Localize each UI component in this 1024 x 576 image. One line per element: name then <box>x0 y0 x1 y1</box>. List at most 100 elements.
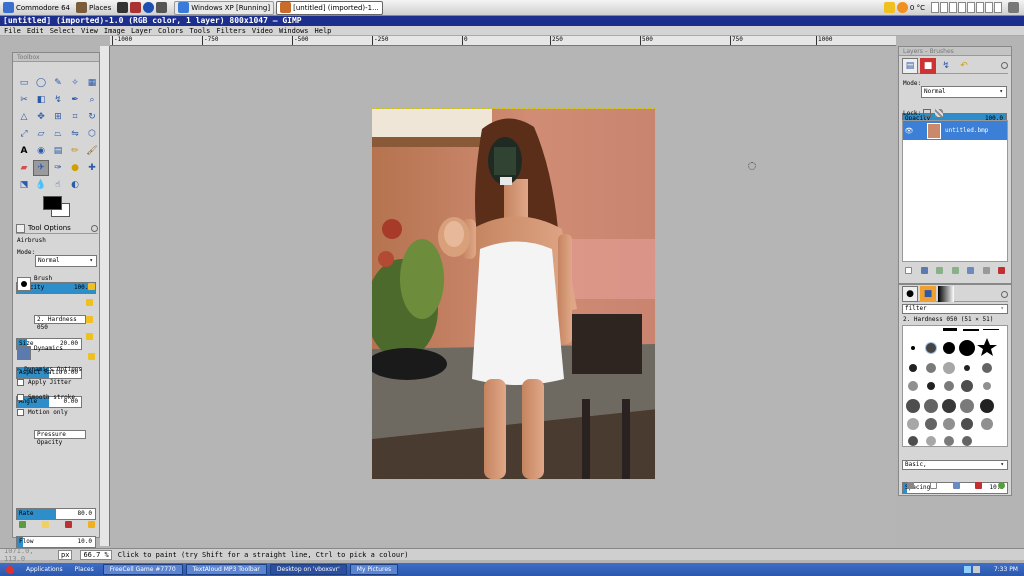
tab-menu-icon[interactable] <box>1001 62 1008 69</box>
layer-row[interactable]: 👁 untitled.bmp <box>903 121 1007 140</box>
brush-preset-select[interactable]: Basic, ▾ <box>902 460 1008 470</box>
unit-select[interactable]: px <box>58 549 73 560</box>
menu-file[interactable]: File <box>4 27 21 35</box>
task-windows-xp[interactable]: Windows XP [Running] <box>174 0 275 15</box>
rate-slider[interactable]: Rate 80.0 <box>16 508 96 520</box>
layer-name[interactable]: untitled.bmp <box>945 127 988 134</box>
blend-icon[interactable]: ▤ <box>50 143 66 159</box>
weather-icon[interactable] <box>896 2 908 13</box>
brush-preview[interactable] <box>17 277 31 291</box>
apply-jitter-checkbox[interactable]: Apply Jitter <box>17 379 71 386</box>
mode-select[interactable]: Normal ▾ <box>35 255 97 267</box>
menu-select[interactable]: Select <box>50 27 75 35</box>
new-group-icon[interactable] <box>920 267 928 274</box>
menu-filters[interactable]: Filters <box>216 27 246 35</box>
show-desktop-icon[interactable] <box>0 564 20 575</box>
blur-icon[interactable]: 💧 <box>33 177 49 193</box>
smooth-stroke-checkbox[interactable]: Smooth stroke <box>17 394 75 401</box>
reset-angle-icon[interactable] <box>86 333 93 340</box>
free-select-icon[interactable]: ✎ <box>50 75 66 91</box>
restore-options-icon[interactable] <box>42 521 49 528</box>
crop-icon[interactable]: ⌗ <box>67 109 83 125</box>
places-menu[interactable]: Places <box>73 1 114 15</box>
perspective-clone-icon[interactable]: ⬔ <box>16 177 32 193</box>
duplicate-brush-icon[interactable] <box>952 482 960 489</box>
task-gimp[interactable]: [untitled] (imported)-1... <box>276 0 383 15</box>
refresh-brushes-icon[interactable] <box>998 482 1005 489</box>
foreground-select-icon[interactable]: ◧ <box>33 92 49 108</box>
gradients-tab-icon[interactable] <box>938 286 954 302</box>
motion-only-checkbox[interactable]: Motion only <box>17 409 68 416</box>
tab-menu-icon[interactable] <box>1001 290 1008 298</box>
dynamics-options-expander[interactable]: ▹ Dynamics Options <box>17 366 82 373</box>
foreground-color-swatch[interactable] <box>43 196 62 210</box>
commodore-menu[interactable]: Commodore 64 <box>0 1 73 15</box>
image-canvas[interactable] <box>371 108 656 480</box>
paths-icon[interactable]: ↯ <box>50 92 66 108</box>
shear-icon[interactable]: ▱ <box>33 126 49 142</box>
fuzzy-select-icon[interactable]: ✧ <box>67 75 83 91</box>
lock-alpha-icon[interactable] <box>935 109 943 117</box>
delete-layer-icon[interactable] <box>998 267 1005 274</box>
brush-filter-input[interactable]: filter ▾ <box>902 304 1008 314</box>
vertical-ruler[interactable] <box>100 46 110 546</box>
workspace-switcher[interactable] <box>928 1 1005 15</box>
perspective-icon[interactable]: ⏢ <box>50 126 66 142</box>
reset-brush-icon[interactable] <box>88 283 95 290</box>
mail-icon[interactable] <box>883 2 895 13</box>
layers-dock-title[interactable]: Layers – Brushes <box>899 47 1011 56</box>
dynamics-preview[interactable] <box>17 346 31 360</box>
edit-dynamics-icon[interactable] <box>88 353 95 360</box>
lower-layer-icon[interactable] <box>951 267 959 274</box>
rect-select-icon[interactable]: ▭ <box>16 75 32 91</box>
scale-icon[interactable]: ⤢ <box>16 126 32 142</box>
eraser-icon[interactable]: ▰ <box>16 160 32 176</box>
pencil-icon[interactable]: ✏ <box>67 143 83 159</box>
horizontal-ruler[interactable]: -1000 -750 -500 -250 0 250 500 750 1000 … <box>110 36 896 46</box>
clone-icon[interactable]: ● <box>67 160 83 176</box>
brush-grid[interactable] <box>902 325 1008 447</box>
menu-video[interactable]: Video <box>252 27 273 35</box>
flip-icon[interactable]: ⇋ <box>67 126 83 142</box>
bucket-fill-icon[interactable]: ◉ <box>33 143 49 159</box>
layers-tab-icon[interactable]: ▤ <box>902 57 918 74</box>
network-icon[interactable] <box>963 566 971 573</box>
menu-colors[interactable]: Colors <box>158 27 183 35</box>
anchor-layer-icon[interactable] <box>982 267 990 274</box>
undo-tab-icon[interactable]: ↶ <box>956 58 972 74</box>
reset-aspect-icon[interactable] <box>86 316 93 323</box>
delete-options-icon[interactable] <box>65 521 72 528</box>
airbrush-icon[interactable]: ✈ <box>33 160 49 176</box>
patterns-tab-icon[interactable]: ■ <box>920 286 936 302</box>
clock[interactable]: 7:33 PM <box>988 564 1024 575</box>
lock-pixels-icon[interactable] <box>923 109 931 117</box>
color-picker-icon[interactable]: ✒ <box>67 92 83 108</box>
menu-image[interactable]: Image <box>104 27 125 35</box>
align-icon[interactable]: ⊞ <box>50 109 66 125</box>
raise-layer-icon[interactable] <box>936 267 943 274</box>
zoom-select[interactable]: 66.7 % <box>80 549 112 560</box>
gimp-icon[interactable] <box>130 2 142 13</box>
brushes-tab-icon[interactable]: ● <box>902 286 918 302</box>
text-tool-icon[interactable]: A <box>16 143 32 159</box>
zoom-icon[interactable]: ⌕ <box>84 92 100 108</box>
delete-brush-icon[interactable] <box>975 482 983 489</box>
menu-help[interactable]: Help <box>315 27 332 35</box>
tab-menu-icon[interactable] <box>91 224 98 232</box>
select-by-color-icon[interactable]: ▦ <box>84 75 100 91</box>
applications-menu[interactable]: Applications <box>20 564 69 575</box>
motion-only-box[interactable] <box>17 409 24 416</box>
duplicate-layer-icon[interactable] <box>967 267 974 274</box>
task-desktop[interactable]: Desktop on 'vboxsvr' <box>269 564 347 575</box>
tool-options-tab[interactable]: Tool Options <box>16 223 98 234</box>
task-textaloud[interactable]: TextAloud MP3 Toolbar <box>185 564 267 575</box>
move-icon[interactable]: ✥ <box>33 109 49 125</box>
smooth-stroke-box[interactable] <box>17 394 24 401</box>
brush-name-field[interactable]: 2. Hardness 050 <box>34 315 86 331</box>
rotate-icon[interactable]: ↻ <box>84 109 100 125</box>
smudge-icon[interactable]: ☝ <box>50 177 66 193</box>
new-layer-icon[interactable] <box>905 267 912 274</box>
reset-options-icon[interactable] <box>88 521 95 528</box>
edit-brush-icon[interactable] <box>907 482 914 489</box>
globe-icon[interactable] <box>143 2 155 13</box>
